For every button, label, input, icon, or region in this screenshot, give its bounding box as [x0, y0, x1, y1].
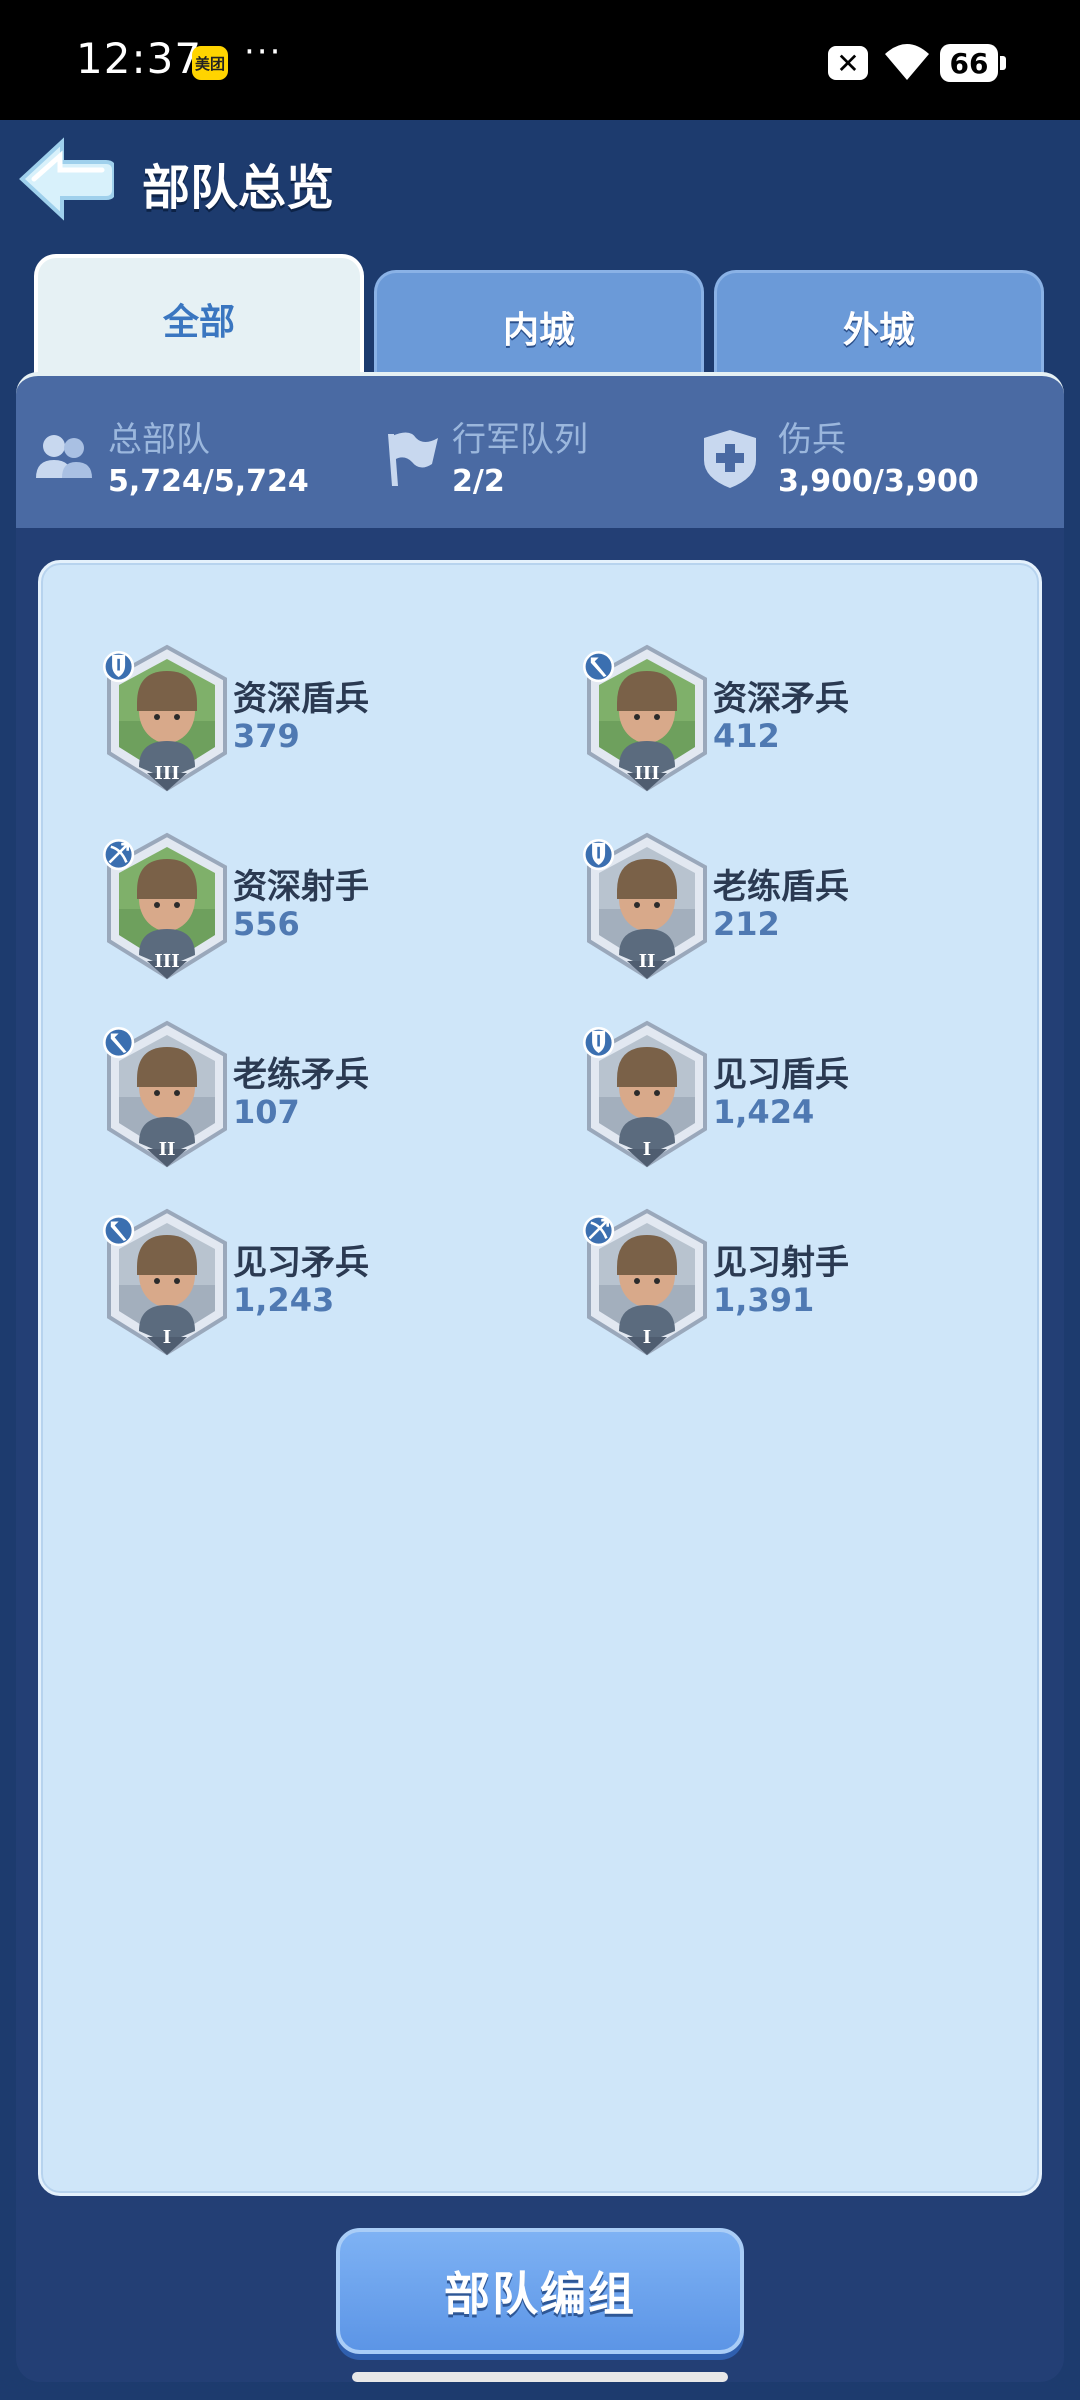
stats-bar: 总部队 5,724/5,724 行军队列 2/2 伤兵 3,900/3,900 — [16, 394, 1064, 528]
stat-value: 3,900/3,900 — [778, 464, 979, 499]
stat-value: 5,724/5,724 — [108, 464, 309, 499]
wifi-icon — [885, 44, 929, 80]
formation-button[interactable]: 部队编组 — [336, 2228, 744, 2354]
unit-tier-badge: I — [642, 1327, 652, 1348]
unit-count: 1,243 — [233, 1281, 335, 1319]
unit-name: 资深盾兵 — [233, 679, 369, 719]
battery-icon: 66 — [940, 44, 1006, 82]
unit-count: 107 — [233, 1093, 300, 1131]
unit-card[interactable]: 见习射手 1,391 I — [577, 1205, 1037, 1365]
unit-tier-badge: II — [158, 1139, 176, 1160]
unit-card[interactable]: 资深射手 556 III — [97, 829, 557, 989]
unit-count: 212 — [713, 905, 780, 943]
status-time: 12:37 — [76, 34, 203, 83]
unit-name: 老练矛兵 — [233, 1055, 369, 1095]
meituan-app-icon: 美团 — [192, 46, 228, 80]
unit-card[interactable]: 老练矛兵 107 II — [97, 1017, 557, 1177]
more-notifications-icon: ··· — [244, 32, 283, 72]
stat-value: 2/2 — [452, 464, 505, 499]
stat-label: 伤兵 — [778, 420, 846, 460]
panel-top-strip — [16, 372, 1064, 394]
unit-name: 见习矛兵 — [233, 1243, 369, 1283]
tab-all[interactable]: 全部 — [34, 254, 364, 380]
tab-outer-city[interactable]: 外城 — [714, 270, 1044, 380]
unit-card[interactable]: 资深盾兵 379 III — [97, 641, 557, 801]
unit-count: 1,391 — [713, 1281, 815, 1319]
stat-march-queue: 行军队列 2/2 — [356, 394, 686, 528]
stat-label: 总部队 — [108, 420, 210, 460]
unit-count: 1,424 — [713, 1093, 815, 1131]
unit-name: 见习盾兵 — [713, 1055, 849, 1095]
unit-count: 379 — [233, 717, 300, 755]
medical-cross-icon — [704, 430, 756, 488]
unit-card[interactable]: 见习盾兵 1,424 I — [577, 1017, 1037, 1177]
unit-name: 资深矛兵 — [713, 679, 849, 719]
troops-icon — [36, 435, 92, 478]
unit-tier-badge: III — [154, 763, 180, 784]
unit-list: 资深盾兵 379 III 资深矛兵 412 III 资深射手 556 III 老… — [38, 560, 1042, 2196]
unit-card[interactable]: 见习矛兵 1,243 I — [97, 1205, 557, 1365]
tab-inner-city[interactable]: 内城 — [374, 270, 704, 380]
close-badge-icon: ✕ — [828, 46, 868, 80]
status-bar: 12:37 美团 ··· ✕ 66 — [0, 0, 1080, 120]
home-indicator[interactable] — [352, 2372, 728, 2382]
unit-name: 资深射手 — [233, 867, 369, 907]
unit-tier-badge: III — [634, 763, 660, 784]
unit-name: 见习射手 — [713, 1243, 849, 1283]
unit-tier-badge: I — [162, 1327, 172, 1348]
stat-wounded: 伤兵 3,900/3,900 — [686, 394, 1064, 528]
unit-count: 412 — [713, 717, 780, 755]
back-arrow-icon[interactable] — [14, 134, 114, 224]
unit-card[interactable]: 老练盾兵 212 II — [577, 829, 1037, 989]
header: 部队总览 — [0, 120, 1080, 250]
unit-tier-badge: II — [638, 951, 656, 972]
unit-card[interactable]: 资深矛兵 412 III — [577, 641, 1037, 801]
unit-name: 老练盾兵 — [713, 867, 849, 907]
stat-total-troops: 总部队 5,724/5,724 — [16, 394, 356, 528]
unit-count: 556 — [233, 905, 300, 943]
unit-tier-badge: I — [642, 1139, 652, 1160]
flag-icon — [388, 432, 438, 486]
stat-label: 行军队列 — [452, 420, 588, 460]
unit-tier-badge: III — [154, 951, 180, 972]
page-title: 部队总览 — [142, 160, 335, 216]
